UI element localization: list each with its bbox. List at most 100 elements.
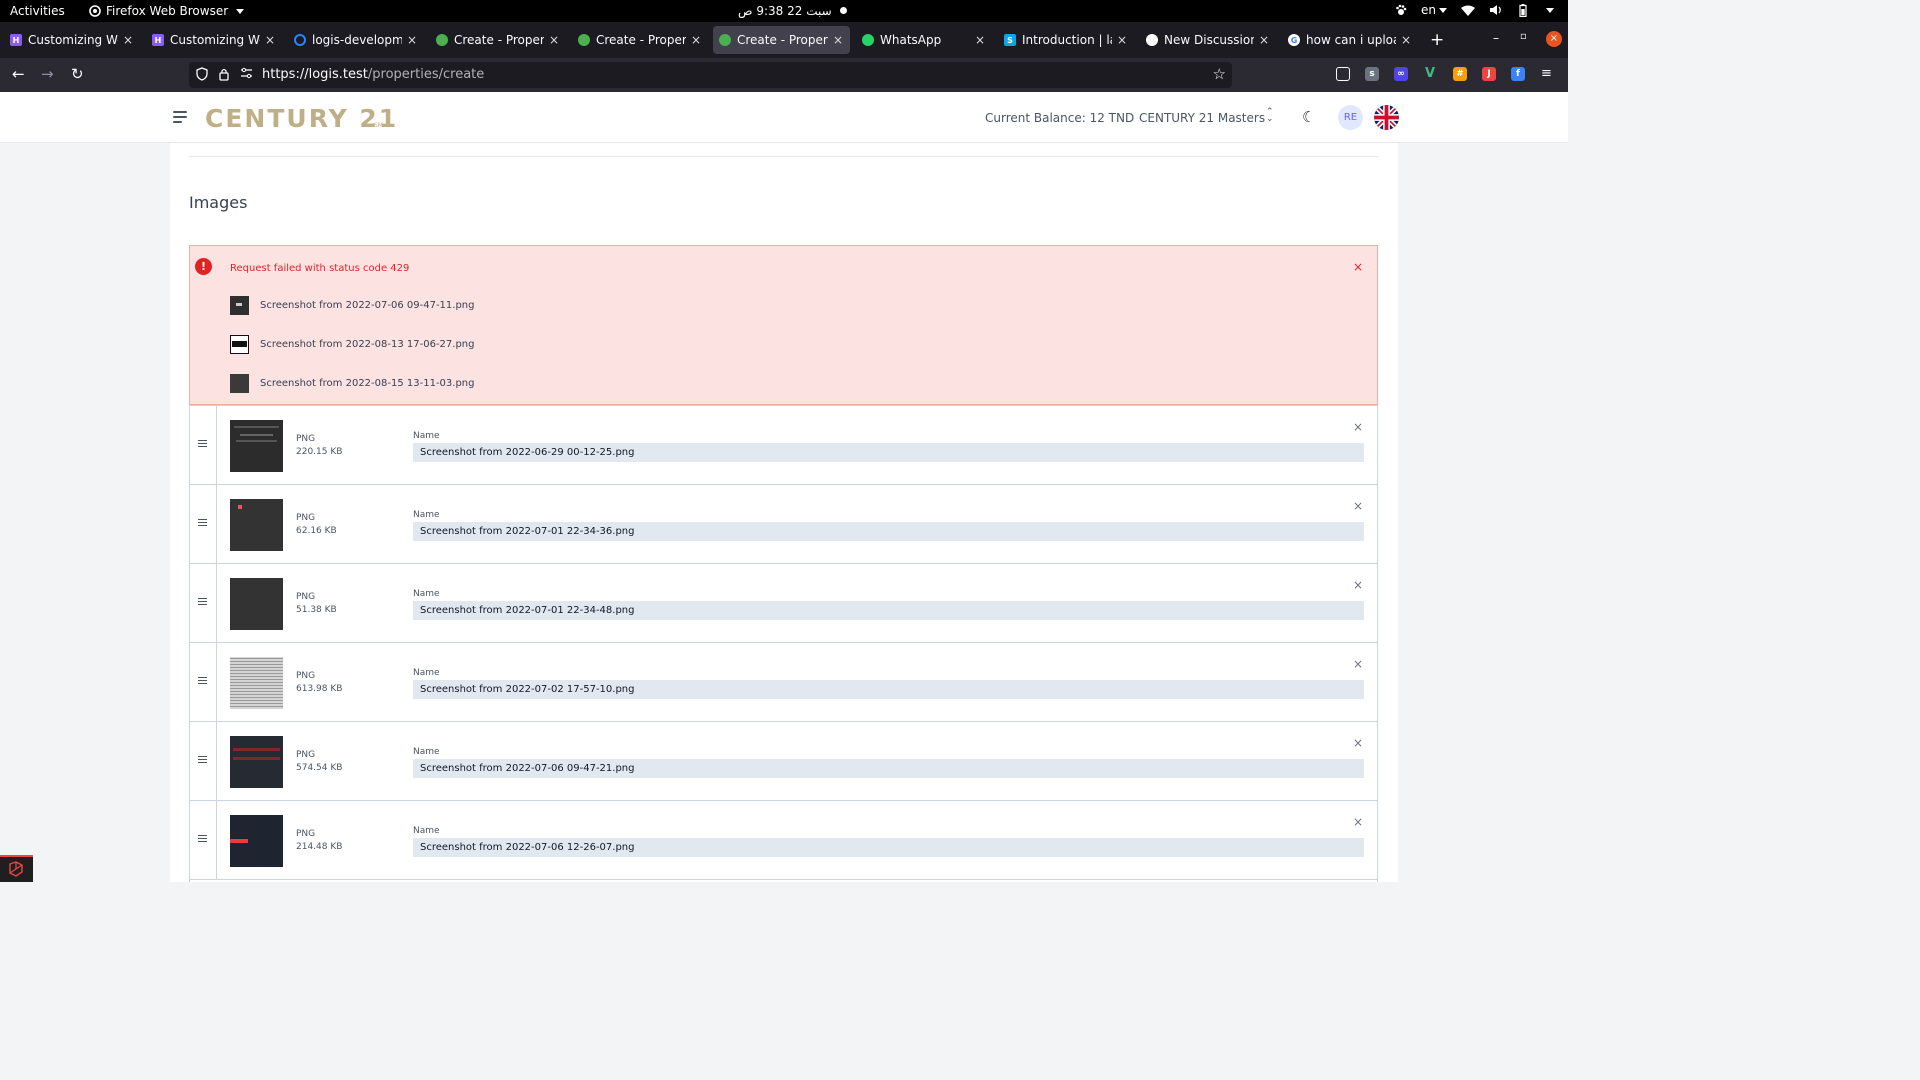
browser-tab-active[interactable]: Create - Property ×: [713, 26, 850, 54]
github-icon: [1146, 34, 1158, 46]
close-tab-icon[interactable]: ×: [122, 33, 134, 47]
laravel-debugbar-icon[interactable]: [0, 855, 33, 882]
remove-image-icon[interactable]: ×: [1353, 578, 1363, 592]
agency-switcher[interactable]: CENTURY 21 Masters: [1139, 111, 1265, 125]
back-arrow-icon[interactable]: ←: [12, 65, 25, 83]
drag-handle[interactable]: [190, 801, 217, 879]
shield-icon[interactable]: [196, 67, 208, 81]
close-tab-icon[interactable]: ×: [406, 33, 418, 47]
property-form-card: Images ! Request failed with status code…: [170, 143, 1398, 882]
browser-tab[interactable]: WhatsApp ×: [856, 26, 992, 54]
remove-image-icon[interactable]: ×: [1353, 420, 1363, 434]
drag-handle-icon: [198, 835, 207, 844]
drag-handle-icon: [198, 756, 207, 765]
clock[interactable]: سبت 22 9:38 ص: [738, 4, 832, 18]
minimize-window-icon[interactable]: –: [1493, 31, 1499, 45]
maximize-window-icon[interactable]: ▫: [1520, 31, 1527, 42]
uk-flag-icon[interactable]: [1374, 105, 1399, 130]
activities-button[interactable]: Activities: [10, 4, 65, 18]
pocket-icon[interactable]: [1336, 67, 1350, 81]
volume-icon[interactable]: [1489, 4, 1503, 16]
browser-tab[interactable]: logis-developmen ×: [288, 26, 424, 54]
browser-tab[interactable]: H Customizing Web ×: [4, 26, 140, 54]
battery-icon[interactable]: [1517, 3, 1529, 17]
lock-icon[interactable]: [218, 67, 230, 81]
extension-icon[interactable]: f: [1511, 67, 1525, 81]
bookmark-star-icon[interactable]: ☆: [1213, 65, 1226, 83]
tab-favicon-icon: [719, 34, 731, 46]
paw-icon[interactable]: [1395, 4, 1407, 16]
close-tab-icon[interactable]: ×: [1400, 33, 1412, 47]
image-name-input[interactable]: [413, 522, 1364, 541]
tab-title: Create - Property: [737, 33, 828, 47]
tab-favicon-icon: [578, 34, 590, 46]
image-name-input[interactable]: [413, 601, 1364, 620]
url-bar[interactable]: https://logis.test/properties/create ☆: [189, 62, 1232, 88]
browser-tab[interactable]: G how can i upload ×: [1282, 26, 1418, 54]
drag-handle[interactable]: [190, 485, 217, 563]
tab-title: WhatsApp: [880, 33, 942, 47]
failed-file-item: Screenshot from 2022-08-13 17-06-27.png: [230, 335, 475, 354]
remove-image-icon[interactable]: ×: [1353, 736, 1363, 750]
drag-handle[interactable]: [190, 564, 217, 642]
drag-handle-icon: [198, 677, 207, 686]
extension-icon[interactable]: #: [1453, 67, 1467, 81]
drag-handle[interactable]: [190, 406, 217, 484]
remove-image-icon[interactable]: ×: [1353, 499, 1363, 513]
file-size: 51.38 KB: [296, 605, 337, 615]
century21-logo[interactable]: CENTURY 21: [205, 104, 398, 133]
tab-title: logis-developmen: [312, 33, 402, 47]
browser-tab[interactable]: New Discussion · ×: [1140, 26, 1276, 54]
forward-arrow-icon[interactable]: →: [41, 65, 54, 83]
wifi-icon[interactable]: [1461, 5, 1475, 16]
close-tab-icon[interactable]: ×: [1258, 33, 1270, 47]
sidebar-toggle-icon[interactable]: [173, 111, 187, 123]
close-tab-icon[interactable]: ×: [264, 33, 276, 47]
url-text[interactable]: https://logis.test/properties/create: [262, 67, 484, 82]
file-type: PNG: [296, 513, 316, 523]
browser-tab[interactable]: H Customizing Web ×: [146, 26, 282, 54]
browser-tab[interactable]: S Introduction | lara ×: [998, 26, 1134, 54]
close-tab-icon[interactable]: ×: [832, 33, 844, 47]
close-tab-icon[interactable]: ×: [1116, 33, 1128, 47]
close-tab-icon[interactable]: ×: [974, 33, 986, 47]
dismiss-error-icon[interactable]: ×: [1353, 260, 1363, 274]
remove-image-icon[interactable]: ×: [1353, 815, 1363, 829]
permissions-icon[interactable]: [240, 67, 253, 79]
vue-devtools-icon[interactable]: V: [1423, 67, 1437, 81]
drag-handle[interactable]: [190, 643, 217, 721]
reload-icon[interactable]: ↻: [71, 65, 84, 83]
name-label: Name: [413, 510, 440, 520]
app-menu[interactable]: Firefox Web Browser: [89, 4, 245, 18]
image-name-input[interactable]: [413, 680, 1364, 699]
image-upload-row: PNG 51.38 KB Name ×: [190, 563, 1377, 643]
remove-image-icon[interactable]: ×: [1353, 657, 1363, 671]
drag-handle[interactable]: [190, 722, 217, 800]
image-name-input[interactable]: [413, 838, 1364, 857]
browser-tab[interactable]: Create - Property ×: [572, 26, 708, 54]
close-window-button[interactable]: ×: [1546, 31, 1562, 47]
image-upload-row: PNG 220.15 KB Name ×: [190, 405, 1377, 485]
user-avatar[interactable]: RE: [1338, 105, 1363, 130]
close-tab-icon[interactable]: ×: [690, 33, 702, 47]
section-divider: [189, 156, 1378, 157]
new-tab-button[interactable]: +: [1430, 30, 1444, 50]
tab-strip: H Customizing Web × H Customizing Web × …: [0, 22, 1568, 58]
browser-tab[interactable]: Create - Property ×: [430, 26, 566, 54]
extension-icon[interactable]: ∞: [1394, 67, 1408, 81]
chevron-up-down-icon[interactable]: ⌃ ⌄: [1266, 108, 1274, 124]
chevron-down-icon[interactable]: [1546, 7, 1554, 13]
file-thumbnail: [230, 296, 249, 315]
system-tray[interactable]: en: [1395, 3, 1554, 17]
whatsapp-icon: [862, 34, 874, 46]
dark-mode-toggle-icon[interactable]: ☾: [1302, 108, 1315, 126]
file-type: PNG: [296, 592, 316, 602]
menu-icon[interactable]: ≡: [1541, 66, 1552, 81]
image-name-input[interactable]: [413, 443, 1364, 462]
language-indicator[interactable]: en: [1421, 3, 1447, 17]
close-tab-icon[interactable]: ×: [548, 33, 560, 47]
image-name-input[interactable]: [413, 759, 1364, 778]
extension-icon[interactable]: J: [1482, 67, 1496, 81]
extension-icon[interactable]: s: [1365, 67, 1379, 81]
language-code: en: [1421, 3, 1436, 17]
